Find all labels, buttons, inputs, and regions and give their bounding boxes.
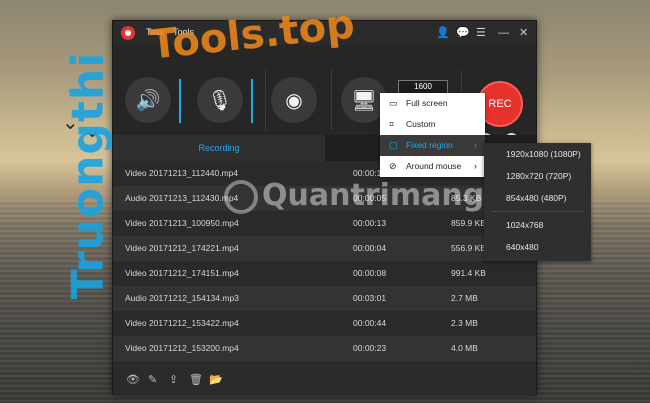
- microphone-volume-slider[interactable]: [251, 79, 253, 123]
- table-row[interactable]: Video 20171213_100950.mp4 00:00:13 859.9 K…: [113, 211, 536, 236]
- dd-custom[interactable]: ⌗ Custom: [380, 114, 485, 135]
- resolution-submenu: 1920x1080 (1080P) 1280x720 (720P) 854x48…: [484, 143, 591, 261]
- file-size: 2.3 MB: [451, 318, 478, 328]
- file-duration: 00:00:13: [353, 218, 387, 228]
- capture-mode-dropdown: ▭ Full screen ⌗ Custom ▢ Fixed region › ⊘ Aro…: [380, 93, 485, 177]
- file-name: Video 20171213_100950.mp4: [125, 218, 239, 228]
- file-size: 991.4 KB: [451, 268, 486, 278]
- file-name: Video 20171212_153422.mp4: [125, 318, 239, 328]
- table-row[interactable]: Audio 20171212_154134.mp3 00:03:01 2.7 MB: [113, 286, 536, 311]
- webcam-icon: ◉: [285, 89, 303, 112]
- sub-720p[interactable]: 1280x720 (720P): [484, 165, 591, 187]
- minimize-icon[interactable]: —: [498, 26, 509, 40]
- file-duration: 00:00:08: [353, 268, 387, 278]
- dd-around-mouse[interactable]: ⊘ Around mouse ›: [380, 156, 485, 177]
- dd-fixed-region[interactable]: ▢ Fixed region ›: [380, 135, 485, 156]
- user-icon[interactable]: 👤: [436, 26, 450, 40]
- sub-1024x768[interactable]: 1024x768: [484, 214, 591, 236]
- file-name: Video 20171212_174221.mp4: [125, 243, 239, 253]
- bottom-toolbar: 👁 ✎ ⇪ 🗑 📂: [113, 364, 536, 396]
- trash-icon[interactable]: 🗑: [189, 373, 203, 386]
- resolution-value[interactable]: 1600: [398, 80, 448, 94]
- region-icon: ▢: [389, 140, 398, 150]
- monitor-icon: 🖥: [351, 89, 377, 112]
- mouse-icon: ⊘: [389, 161, 397, 171]
- file-name: Video 20171212_174151.mp4: [125, 268, 239, 278]
- watermark-left: Truongthi: [62, 51, 114, 300]
- file-size: 556.9 KB: [451, 243, 486, 253]
- app-logo: [121, 26, 135, 40]
- speaker-button[interactable]: 🔊: [125, 77, 171, 123]
- folder-icon[interactable]: 📂: [209, 373, 223, 386]
- file-duration: 00:03:01: [353, 293, 387, 303]
- menu-icon[interactable]: ☰: [476, 26, 486, 40]
- divider: [331, 70, 332, 130]
- file-duration: 00:00:23: [353, 343, 387, 353]
- chevron-right-icon: ›: [474, 140, 477, 150]
- eye-icon[interactable]: 👁: [126, 373, 140, 386]
- table-row[interactable]: Video 20171212_153200.mp4 00:00:23 4.0 MB: [113, 336, 536, 361]
- speaker-volume-slider[interactable]: [179, 79, 181, 123]
- file-name: Video 20171213_112440.mp4: [125, 168, 239, 178]
- crop-icon: ⌗: [389, 119, 395, 129]
- microphone-button[interactable]: 🎙: [197, 77, 243, 123]
- webcam-button[interactable]: ◉: [271, 77, 317, 123]
- divider: [492, 211, 583, 212]
- file-name: Audio 20171213_112430.mp4: [125, 193, 239, 203]
- upload-icon[interactable]: ⇪: [169, 373, 178, 386]
- file-duration: 00:00:44: [353, 318, 387, 328]
- monitor-icon: ▭: [389, 98, 398, 108]
- sub-480p[interactable]: 854x480 (480P): [484, 187, 591, 209]
- file-name: Audio 20171212_154134.mp3: [125, 293, 239, 303]
- table-row[interactable]: Video 20171212_174151.mp4 00:00:08 991.4 K…: [113, 261, 536, 286]
- chevron-right-icon: ›: [474, 161, 477, 171]
- watermark-center: Quantrimang: [262, 178, 485, 213]
- file-name: Video 20171212_153200.mp4: [125, 343, 239, 353]
- file-duration: 00:00:04: [353, 243, 387, 253]
- watermark-logo: [224, 180, 258, 214]
- sub-640x480[interactable]: 640x480: [484, 236, 591, 258]
- speaker-icon: 🔊: [135, 89, 161, 112]
- file-size: 2.7 MB: [451, 293, 478, 303]
- file-size: 4.0 MB: [451, 343, 478, 353]
- divider: [265, 70, 266, 130]
- edit-icon[interactable]: ✎: [148, 373, 157, 386]
- table-row[interactable]: Video 20171212_174221.mp4 00:00:04 556.9 K…: [113, 236, 536, 261]
- chat-icon[interactable]: 💬: [456, 26, 470, 40]
- tab-recording[interactable]: Recording: [113, 135, 325, 161]
- close-icon[interactable]: ✕: [519, 26, 528, 40]
- sub-1080p[interactable]: 1920x1080 (1080P): [484, 143, 591, 165]
- dd-full-screen[interactable]: ▭ Full screen: [380, 93, 485, 114]
- microphone-icon: 🎙: [207, 89, 233, 112]
- file-size: 859.9 KB: [451, 218, 486, 228]
- table-row[interactable]: Video 20171212_153422.mp4 00:00:44 2.3 MB: [113, 311, 536, 336]
